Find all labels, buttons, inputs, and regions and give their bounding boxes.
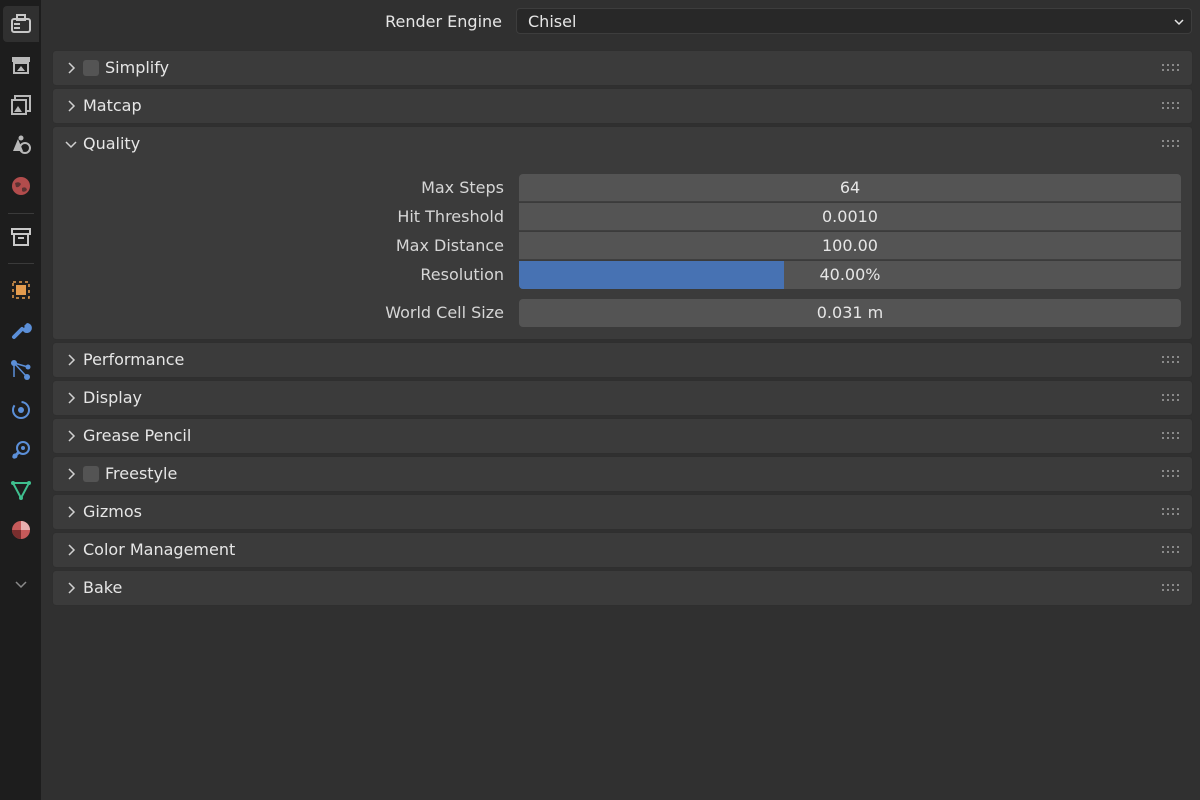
drag-handle-icon[interactable] — [1162, 507, 1180, 517]
hit-threshold-value: 0.0010 — [822, 207, 878, 226]
world-cell-size-value: 0.031 m — [816, 303, 884, 322]
drag-handle-icon[interactable] — [1162, 393, 1180, 403]
chevron-right-icon — [68, 506, 76, 518]
render-engine-label: Render Engine — [385, 12, 502, 31]
drag-handle-icon[interactable] — [1162, 583, 1180, 593]
panel-header-color-management[interactable]: Color Management — [53, 533, 1192, 567]
panel-header-display[interactable]: Display — [53, 381, 1192, 415]
panel-title: Matcap — [83, 96, 142, 115]
max-distance-value: 100.00 — [822, 236, 878, 255]
chevron-right-icon — [68, 430, 76, 442]
physics-icon[interactable] — [3, 392, 39, 428]
render-engine-dropdown[interactable]: Chisel — [516, 8, 1192, 34]
material-icon[interactable] — [3, 512, 39, 548]
more-icon[interactable] — [3, 566, 39, 602]
resolution-value: 40.00% — [819, 265, 881, 284]
panel-title: Grease Pencil — [83, 426, 192, 445]
panel-header-gizmos[interactable]: Gizmos — [53, 495, 1192, 529]
max-distance-field[interactable]: 100.00 — [519, 232, 1181, 260]
panel-display: Display — [52, 380, 1193, 416]
drag-handle-icon[interactable] — [1162, 63, 1180, 73]
render-engine-value: Chisel — [528, 12, 577, 31]
tool-icon[interactable] — [3, 6, 39, 42]
panel-header-bake[interactable]: Bake — [53, 571, 1192, 605]
panel-grease-pencil: Grease Pencil — [52, 418, 1193, 454]
modifier-icon[interactable] — [3, 312, 39, 348]
panel-title: Freestyle — [105, 464, 178, 483]
world-cell-size-field[interactable]: 0.031 m — [519, 299, 1181, 327]
max-distance-label: Max Distance — [395, 236, 504, 255]
panel-header-simplify[interactable]: Simplify — [53, 51, 1192, 85]
panel-quality: Quality Max Steps 64 Hit Threshold 0.001… — [52, 126, 1193, 340]
panel-title: Display — [83, 388, 142, 407]
particles-icon[interactable] — [3, 352, 39, 388]
constraints-icon[interactable] — [3, 432, 39, 468]
chevron-right-icon — [68, 544, 76, 556]
chevron-right-icon — [68, 582, 76, 594]
panel-title: Color Management — [83, 540, 236, 559]
chevron-down-icon — [65, 141, 77, 149]
resolution-slider[interactable]: 40.00% — [519, 261, 1181, 289]
drag-handle-icon[interactable] — [1162, 139, 1180, 149]
world-icon[interactable] — [3, 168, 39, 204]
chevron-right-icon — [68, 354, 76, 366]
panel-title: Quality — [83, 134, 141, 153]
panel-color-management: Color Management — [52, 532, 1193, 568]
drag-handle-icon[interactable] — [1162, 431, 1180, 441]
drag-handle-icon[interactable] — [1162, 469, 1180, 479]
max-steps-label: Max Steps — [421, 178, 504, 197]
max-steps-field[interactable]: 64 — [519, 174, 1181, 202]
drag-handle-icon[interactable] — [1162, 355, 1180, 365]
drag-handle-icon[interactable] — [1162, 101, 1180, 111]
chevron-down-icon — [1174, 19, 1184, 26]
render-properties-editor: Render Engine Chisel Simplify Matcap Qua… — [41, 0, 1200, 800]
panel-header-matcap[interactable]: Matcap — [53, 89, 1192, 123]
panel-header-performance[interactable]: Performance — [53, 343, 1192, 377]
resolution-label: Resolution — [420, 265, 504, 284]
panel-title: Gizmos — [83, 502, 142, 521]
drag-handle-icon[interactable] — [1162, 545, 1180, 555]
hit-threshold-label: Hit Threshold — [397, 207, 504, 226]
panel-header-grease-pencil[interactable]: Grease Pencil — [53, 419, 1192, 453]
simplify-checkbox[interactable] — [83, 60, 99, 76]
collection-icon[interactable] — [3, 219, 39, 255]
panel-bake: Bake — [52, 570, 1193, 606]
panel-performance: Performance — [52, 342, 1193, 378]
chevron-right-icon — [68, 62, 76, 74]
data-icon[interactable] — [3, 472, 39, 508]
panel-gizmos: Gizmos — [52, 494, 1193, 530]
panel-title: Performance — [83, 350, 185, 369]
max-steps-value: 64 — [839, 178, 861, 197]
chevron-right-icon — [68, 392, 76, 404]
chevron-right-icon — [68, 100, 76, 112]
quality-properties: Max Steps 64 Hit Threshold 0.0010 Max Di… — [53, 161, 1192, 331]
panel-header-freestyle[interactable]: Freestyle — [53, 457, 1192, 491]
render-icon[interactable] — [3, 47, 39, 83]
panel-title: Bake — [83, 578, 123, 597]
chevron-right-icon — [68, 468, 76, 480]
freestyle-checkbox[interactable] — [83, 466, 99, 482]
panel-simplify: Simplify — [52, 50, 1193, 86]
panel-freestyle: Freestyle — [52, 456, 1193, 492]
panel-header-quality[interactable]: Quality — [53, 127, 1192, 161]
render-engine-row: Render Engine Chisel — [41, 8, 1200, 36]
hit-threshold-field[interactable]: 0.0010 — [519, 203, 1181, 231]
panel-matcap: Matcap — [52, 88, 1193, 124]
world-cell-size-label: World Cell Size — [385, 303, 504, 322]
panel-title: Simplify — [105, 58, 170, 77]
properties-tab-strip — [0, 0, 41, 800]
view-layer-icon[interactable] — [3, 127, 39, 163]
output-icon[interactable] — [3, 87, 39, 123]
object-icon[interactable] — [3, 272, 39, 308]
resolution-slider-fill — [519, 261, 784, 289]
